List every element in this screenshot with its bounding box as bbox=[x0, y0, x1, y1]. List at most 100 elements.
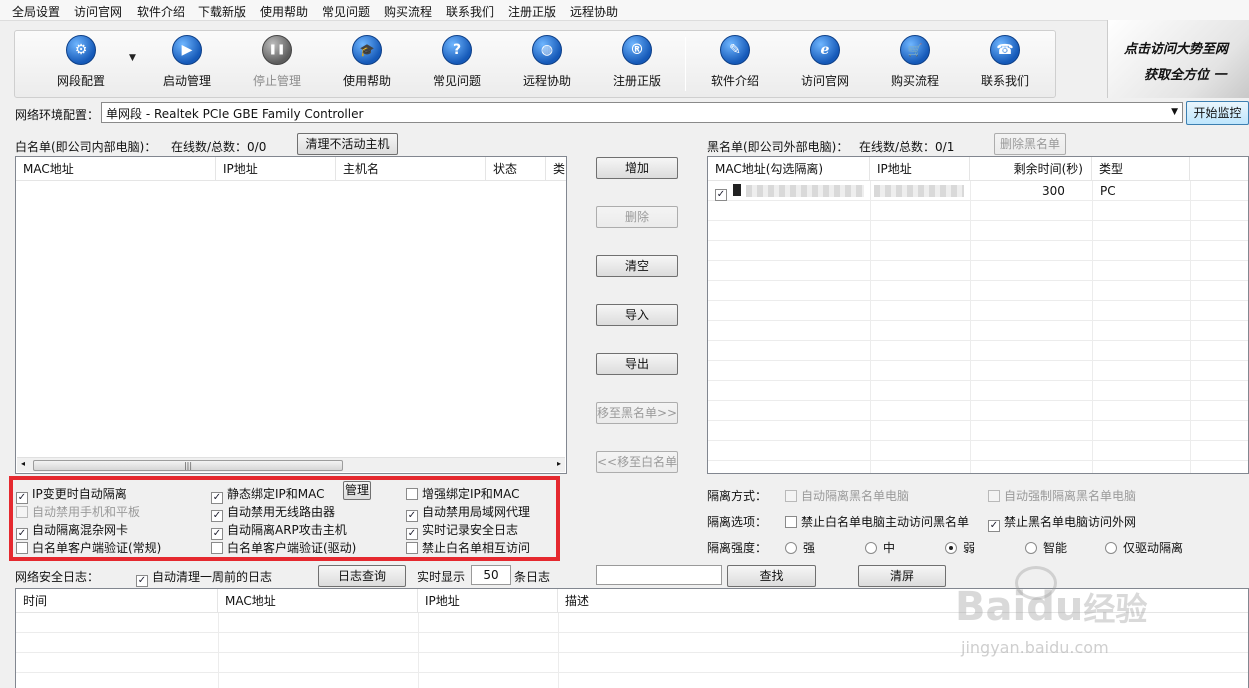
blacklist-count: 在线数/总数：0/1 bbox=[859, 140, 955, 154]
clear-button[interactable]: 清空 bbox=[596, 255, 678, 277]
menu-global-settings[interactable]: 全局设置 bbox=[12, 3, 60, 20]
strength-smart[interactable]: 智能 bbox=[1025, 539, 1067, 556]
force-isolate-black[interactable]: 自动强制隔离黑名单电脑 bbox=[988, 487, 1136, 504]
opt-isolate-promiscuous[interactable]: ✓ 自动隔离混杂网卡 bbox=[16, 521, 128, 540]
opt-client-verify-driver[interactable]: 白名单客户端验证(驱动) bbox=[211, 539, 356, 556]
registered-icon: ® bbox=[622, 35, 652, 65]
col-mac-isolate[interactable]: MAC地址(勾选隔离) bbox=[708, 157, 870, 181]
export-button[interactable]: 导出 bbox=[596, 353, 678, 375]
opt-enhanced-bind[interactable]: 增强绑定IP和MAC bbox=[406, 485, 520, 502]
manage-button[interactable]: 管理 bbox=[343, 481, 371, 500]
phone-icon: ☎ bbox=[990, 35, 1020, 65]
opt-ip-change-isolate[interactable]: ✓ IP变更时自动隔离 bbox=[16, 485, 127, 504]
col-ip[interactable]: IP地址 bbox=[418, 589, 558, 613]
menu-visit-site[interactable]: 访问官网 bbox=[74, 3, 122, 20]
clear-inactive-button[interactable]: 清理不活动主机 bbox=[297, 133, 398, 155]
delete-button[interactable]: 删除 bbox=[596, 206, 678, 228]
col-time[interactable]: 时间 bbox=[16, 589, 218, 613]
auto-clean-log-checkbox[interactable]: ✓ 自动清理一周前的日志 bbox=[136, 568, 272, 587]
scroll-right-icon[interactable]: ▸ bbox=[557, 459, 561, 468]
computer-icon bbox=[733, 184, 741, 196]
opt-block-mobile[interactable]: 自动禁用手机和平板 bbox=[16, 503, 140, 520]
contact-button[interactable]: ☎ 联系我们 bbox=[965, 35, 1045, 93]
scroll-thumb[interactable]: ||| bbox=[33, 460, 343, 471]
help-button[interactable]: 🎓 使用帮助 bbox=[327, 35, 407, 93]
realtime-count-input[interactable]: 50 bbox=[471, 565, 511, 585]
start-monitor-button[interactable]: 开始监控 bbox=[1186, 101, 1249, 125]
col-mac[interactable]: MAC地址 bbox=[16, 157, 216, 181]
move-to-whitelist-button[interactable]: <<移至白名单 bbox=[596, 451, 678, 473]
help-label: 使用帮助 bbox=[342, 74, 391, 88]
log-search-input[interactable] bbox=[596, 565, 722, 585]
move-to-blacklist-button[interactable]: 移至黑名单>> bbox=[596, 402, 678, 424]
block-white-to-black[interactable]: 禁止白名单电脑主动访问黑名单 bbox=[785, 513, 969, 530]
scroll-left-icon[interactable]: ◂ bbox=[21, 459, 25, 468]
col-remaining-time[interactable]: 剩余时间(秒) bbox=[970, 157, 1092, 181]
strength-driver-only[interactable]: 仅驱动隔离 bbox=[1105, 539, 1183, 556]
col-status[interactable]: 状态 bbox=[486, 157, 546, 181]
col-ip[interactable]: IP地址 bbox=[216, 157, 336, 181]
menu-remote[interactable]: 远程协助 bbox=[570, 3, 618, 20]
row-checkbox[interactable]: ✓ bbox=[715, 184, 731, 201]
document-icon: ✎ bbox=[720, 35, 750, 65]
strength-weak[interactable]: 弱 bbox=[945, 539, 975, 556]
segment-config-label: 网段配置 bbox=[56, 74, 105, 88]
remote-assist-button[interactable]: ◍ 远程协助 bbox=[507, 35, 587, 93]
find-button[interactable]: 查找 bbox=[727, 565, 816, 587]
visit-site-label: 访问官网 bbox=[800, 74, 849, 88]
col-ip[interactable]: IP地址 bbox=[870, 157, 970, 181]
block-black-internet[interactable]: ✓ 禁止黑名单电脑访问外网 bbox=[988, 513, 1136, 532]
start-manage-button[interactable]: ▶ 启动管理 bbox=[147, 35, 227, 93]
add-button[interactable]: 增加 bbox=[596, 157, 678, 179]
horizontal-scrollbar[interactable]: ◂ ||| ▸ bbox=[17, 457, 565, 472]
blacklist-table[interactable]: MAC地址(勾选隔离) IP地址 剩余时间(秒) 类型 ✓ 300 PC bbox=[707, 156, 1249, 474]
log-query-button[interactable]: 日志查询 bbox=[318, 565, 406, 587]
col-type[interactable]: 类 bbox=[546, 157, 566, 181]
software-intro-button[interactable]: ✎ 软件介绍 bbox=[695, 35, 775, 93]
auto-isolate-black[interactable]: 自动隔离黑名单电脑 bbox=[785, 487, 909, 504]
menu-purchase[interactable]: 购买流程 bbox=[384, 3, 432, 20]
purchase-button[interactable]: 🛒 购买流程 bbox=[875, 35, 955, 93]
faq-button[interactable]: ? 常见问题 bbox=[417, 35, 497, 93]
col-description[interactable]: 描述 bbox=[558, 589, 1248, 613]
register-button[interactable]: ® 注册正版 bbox=[597, 35, 677, 93]
opt-block-proxy[interactable]: ✓ 自动禁用局域网代理 bbox=[406, 503, 530, 522]
delete-blacklist-button[interactable]: 删除黑名单 bbox=[994, 133, 1066, 155]
opt-realtime-log[interactable]: ✓ 实时记录安全日志 bbox=[406, 521, 518, 540]
menu-faq[interactable]: 常见问题 bbox=[322, 3, 370, 20]
table-row[interactable]: ✓ 300 PC bbox=[708, 181, 1248, 201]
log-table[interactable]: 时间 MAC地址 IP地址 描述 bbox=[15, 588, 1249, 688]
remaining-time-value: 300 bbox=[1042, 184, 1065, 198]
col-hostname[interactable]: 主机名 bbox=[336, 157, 486, 181]
segment-config-button[interactable]: ⚙ 网段配置 bbox=[41, 35, 121, 93]
col-type[interactable]: 类型 bbox=[1092, 157, 1190, 181]
clear-screen-button[interactable]: 清屏 bbox=[858, 565, 946, 587]
opt-isolate-arp[interactable]: ✓ 自动隔离ARP攻击主机 bbox=[211, 521, 347, 540]
table-row bbox=[16, 633, 1248, 653]
promo-banner[interactable]: 点击访问大势至网 获取全方位 一 bbox=[1107, 20, 1249, 98]
stop-manage-button[interactable]: ❚❚ 停止管理 bbox=[237, 35, 317, 93]
env-config-label: 网络环境配置： bbox=[15, 108, 100, 122]
whitelist-table[interactable]: MAC地址 IP地址 主机名 状态 类 ◂ ||| ▸ bbox=[15, 156, 567, 474]
gear-icon: ⚙ bbox=[66, 35, 96, 65]
menu-contact[interactable]: 联系我们 bbox=[446, 3, 494, 20]
menu-download[interactable]: 下载新版 bbox=[198, 3, 246, 20]
opt-client-verify-normal[interactable]: 白名单客户端验证(常规) bbox=[16, 539, 161, 556]
env-config-select[interactable]: 单网段 - Realtek PCIe GBE Family Controller… bbox=[101, 102, 1183, 123]
table-row bbox=[708, 281, 1248, 301]
opt-static-bind[interactable]: ✓ 静态绑定IP和MAC bbox=[211, 485, 325, 504]
col-mac[interactable]: MAC地址 bbox=[218, 589, 418, 613]
table-row bbox=[708, 201, 1248, 221]
menu-register[interactable]: 注册正版 bbox=[508, 3, 556, 20]
strength-strong[interactable]: 强 bbox=[785, 539, 815, 556]
chevron-down-icon[interactable]: ▼ bbox=[129, 53, 136, 63]
visit-site-button[interactable]: e 访问官网 bbox=[785, 35, 865, 93]
table-row bbox=[708, 241, 1248, 261]
menu-software-intro[interactable]: 软件介绍 bbox=[137, 3, 185, 20]
menu-help[interactable]: 使用帮助 bbox=[260, 3, 308, 20]
opt-block-router[interactable]: ✓ 自动禁用无线路由器 bbox=[211, 503, 335, 522]
strength-medium[interactable]: 中 bbox=[865, 539, 895, 556]
import-button[interactable]: 导入 bbox=[596, 304, 678, 326]
opt-block-whitelist-mutual[interactable]: 禁止白名单相互访问 bbox=[406, 539, 530, 556]
faq-label: 常见问题 bbox=[432, 74, 481, 88]
